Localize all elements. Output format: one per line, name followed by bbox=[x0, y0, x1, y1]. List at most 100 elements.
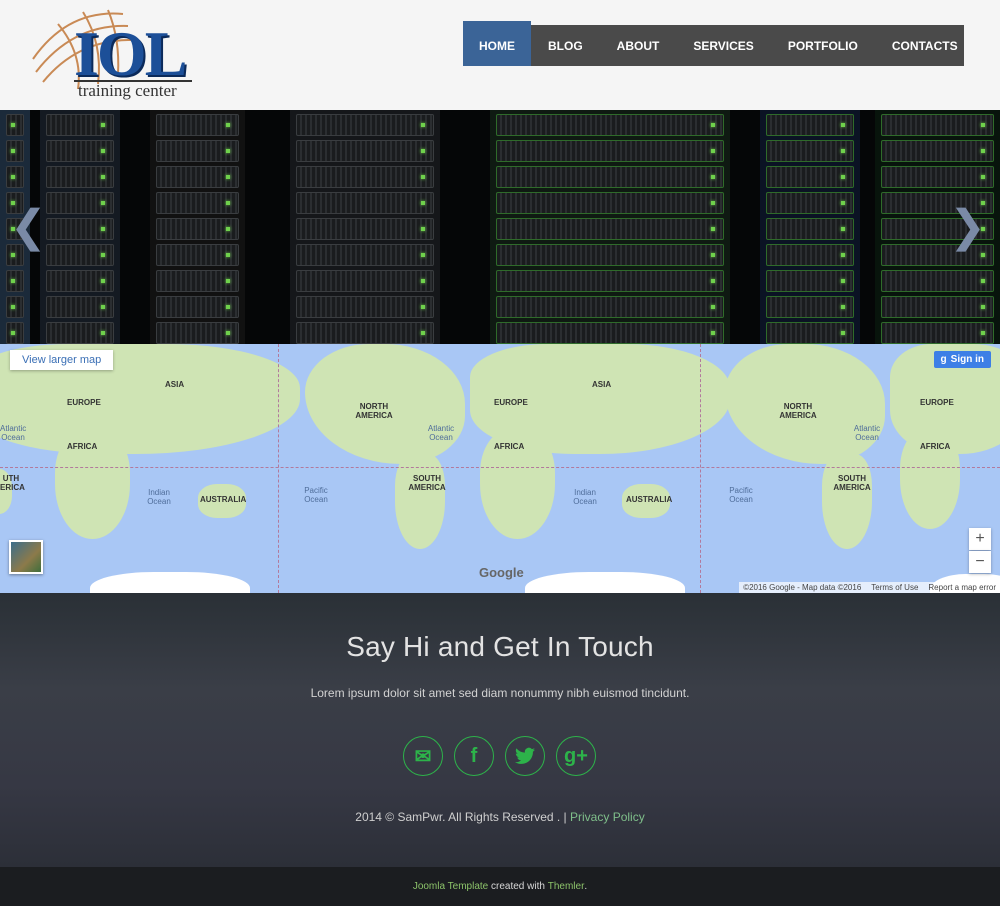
joomla-template-link[interactable]: Joomla Template bbox=[413, 881, 488, 892]
nav-portfolio[interactable]: PORTFOLIO bbox=[771, 25, 875, 66]
status-led bbox=[421, 149, 425, 153]
server-slot bbox=[156, 166, 239, 188]
server-slot bbox=[156, 218, 239, 240]
server-slot bbox=[156, 244, 239, 266]
status-led bbox=[101, 149, 105, 153]
nav-blog[interactable]: BLOG bbox=[531, 25, 600, 66]
map-label: Atlantic Ocean bbox=[427, 424, 455, 442]
server-slot bbox=[6, 270, 24, 292]
status-led bbox=[711, 279, 715, 283]
map-label: NORTH AMERICA bbox=[355, 402, 393, 420]
status-led bbox=[421, 123, 425, 127]
slider-prev-icon[interactable]: ❮ bbox=[10, 205, 47, 249]
google-map[interactable]: ASIA EUROPE AFRICA AUSTRALIA Indian Ocea… bbox=[0, 344, 1000, 593]
dateline-2 bbox=[700, 344, 701, 593]
status-led bbox=[101, 123, 105, 127]
hero-slider: ❮ ❯ bbox=[0, 110, 1000, 344]
zoom-out-button[interactable]: − bbox=[969, 551, 991, 573]
terms-link[interactable]: Terms of Use bbox=[871, 582, 918, 593]
twitter-icon[interactable] bbox=[505, 736, 545, 776]
status-led bbox=[841, 305, 845, 309]
status-led bbox=[101, 331, 105, 335]
site-logo[interactable]: IOL training center bbox=[28, 4, 203, 104]
map-attribution-bar: ©2016 Google - Map data ©2016 Terms of U… bbox=[739, 582, 1000, 593]
report-error-link[interactable]: Report a map error bbox=[928, 582, 996, 593]
copyright-text: 2014 © SamPwr. All Rights Reserved . | bbox=[355, 810, 567, 824]
privacy-policy-link[interactable]: Privacy Policy bbox=[570, 810, 645, 824]
facebook-icon[interactable]: f bbox=[454, 736, 494, 776]
map-label: EUROPE bbox=[494, 398, 528, 407]
status-led bbox=[101, 201, 105, 205]
status-led bbox=[841, 149, 845, 153]
google-plus-icon[interactable]: g+ bbox=[556, 736, 596, 776]
server-slot bbox=[46, 322, 114, 344]
status-led bbox=[711, 305, 715, 309]
antarctica-shape-2 bbox=[525, 572, 685, 593]
server-slot bbox=[6, 140, 24, 162]
status-led bbox=[226, 253, 230, 257]
server-slot bbox=[496, 218, 724, 240]
map-label: Pacific Ocean bbox=[304, 486, 328, 504]
copyright-line: 2014 © SamPwr. All Rights Reserved . | P… bbox=[0, 810, 1000, 824]
status-led bbox=[841, 253, 845, 257]
server-rack bbox=[760, 110, 860, 344]
server-slot bbox=[766, 322, 854, 344]
status-led bbox=[11, 123, 15, 127]
envelope-icon[interactable]: ✉ bbox=[403, 736, 443, 776]
server-slot bbox=[46, 114, 114, 136]
contact-section: Say Hi and Get In Touch Lorem ipsum dolo… bbox=[0, 593, 1000, 867]
status-led bbox=[421, 201, 425, 205]
nav-about[interactable]: ABOUT bbox=[600, 25, 677, 66]
server-slot bbox=[296, 296, 434, 318]
equator-line bbox=[0, 467, 1000, 468]
server-slot bbox=[6, 166, 24, 188]
server-slot bbox=[46, 166, 114, 188]
server-slot bbox=[881, 166, 994, 188]
server-slot bbox=[496, 244, 724, 266]
status-led bbox=[11, 331, 15, 335]
server-slot bbox=[46, 296, 114, 318]
footer-created-text: created with bbox=[488, 881, 548, 892]
server-slot bbox=[766, 296, 854, 318]
google-logo: Google bbox=[479, 565, 524, 580]
status-led bbox=[226, 123, 230, 127]
nav-home[interactable]: HOME bbox=[463, 21, 531, 66]
server-slot bbox=[766, 114, 854, 136]
slider-next-icon[interactable]: ❯ bbox=[949, 205, 986, 249]
dateline bbox=[278, 344, 279, 593]
footer-period: . bbox=[584, 881, 588, 892]
zoom-in-button[interactable]: + bbox=[969, 528, 991, 550]
status-led bbox=[421, 175, 425, 179]
map-label: SOUTH AMERICA bbox=[833, 474, 871, 492]
status-led bbox=[841, 201, 845, 205]
map-label: EUROPE bbox=[920, 398, 954, 407]
server-rack bbox=[150, 110, 245, 344]
server-slot bbox=[881, 296, 994, 318]
nav-services[interactable]: SERVICES bbox=[676, 25, 770, 66]
server-slot bbox=[296, 114, 434, 136]
map-attribution: ©2016 Google - Map data ©2016 bbox=[743, 583, 862, 592]
status-led bbox=[101, 175, 105, 179]
status-led bbox=[981, 123, 985, 127]
status-led bbox=[981, 305, 985, 309]
map-label: ASIA bbox=[592, 380, 612, 389]
status-led bbox=[226, 305, 230, 309]
server-slot bbox=[496, 296, 724, 318]
map-label: NORTH AMERICA bbox=[779, 402, 817, 420]
view-larger-map-button[interactable]: View larger map bbox=[10, 350, 114, 370]
status-led bbox=[711, 253, 715, 257]
map-label: Atlantic Ocean bbox=[853, 424, 881, 442]
status-led bbox=[841, 175, 845, 179]
social-links: ✉ f g+ bbox=[403, 736, 596, 776]
map-sign-in-button[interactable]: g Sign in bbox=[933, 351, 991, 368]
nav-contacts[interactable]: CONTACTS bbox=[875, 25, 975, 66]
server-rack bbox=[490, 110, 730, 344]
status-led bbox=[11, 279, 15, 283]
satellite-toggle-button[interactable] bbox=[9, 540, 43, 574]
status-led bbox=[11, 305, 15, 309]
antarctica-shape bbox=[90, 572, 250, 593]
server-slot bbox=[296, 140, 434, 162]
map-label: Indian Ocean bbox=[147, 488, 171, 506]
map-label: Indian Ocean bbox=[573, 488, 597, 506]
themler-link[interactable]: Themler bbox=[548, 881, 585, 892]
